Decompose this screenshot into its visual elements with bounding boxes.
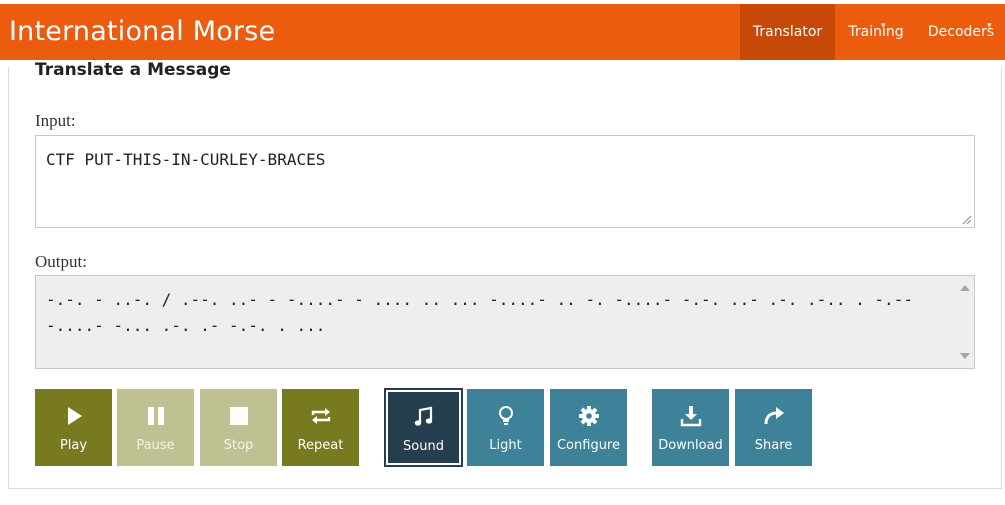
sound-button[interactable]: Sound — [384, 388, 463, 467]
configure-label: Configure — [556, 438, 620, 453]
gear-icon — [578, 406, 599, 426]
output-label: Output: — [35, 252, 87, 271]
nav-decoders[interactable]: Decoders ▾ — [917, 4, 1005, 60]
nav-translator[interactable]: Translator — [740, 4, 835, 60]
download-label: Download — [658, 438, 723, 453]
stop-button[interactable]: Stop — [200, 389, 277, 466]
nav-decoders-label: Decoders — [927, 24, 995, 40]
play-icon — [67, 407, 82, 425]
light-label: Light — [489, 438, 522, 453]
play-button[interactable]: Play — [35, 389, 112, 466]
chevron-down-icon: ▾ — [987, 21, 992, 31]
main-nav: Translator Training ▾ Decoders ▾ — [740, 4, 1005, 60]
nav-translator-label: Translator — [752, 24, 823, 40]
configure-button[interactable]: Configure — [550, 389, 627, 466]
panel-title: Translate a Message — [35, 60, 235, 80]
stop-icon — [229, 407, 248, 425]
scroll-down-icon[interactable] — [960, 353, 970, 359]
output-scrollbar[interactable] — [956, 276, 974, 368]
play-label: Play — [59, 438, 88, 453]
share-button[interactable]: Share — [735, 389, 812, 466]
morse-output[interactable]: -.-. - ..-. / .--. ..- - -....- - .... .… — [35, 275, 975, 369]
header-bar: International Morse Translator Training … — [0, 4, 1005, 60]
chevron-down-icon: ▾ — [881, 21, 886, 31]
share-arrow-icon — [764, 407, 784, 425]
resize-grip-icon[interactable] — [962, 215, 972, 225]
morse-output-value: -.-. - ..-. / .--. ..- - -....- - .... .… — [46, 290, 913, 335]
repeat-button[interactable]: Repeat — [282, 389, 359, 466]
download-icon — [680, 406, 701, 427]
site-title[interactable]: International Morse — [9, 16, 275, 47]
input-label: Input: — [35, 111, 76, 130]
pause-button[interactable]: Pause — [117, 389, 194, 466]
repeat-icon — [311, 408, 330, 424]
sound-label: Sound — [403, 439, 444, 454]
download-button[interactable]: Download — [652, 389, 729, 466]
scroll-up-icon[interactable] — [960, 285, 970, 291]
share-label: Share — [754, 438, 793, 453]
light-button[interactable]: Light — [467, 389, 544, 466]
music-note-icon — [414, 406, 432, 426]
nav-training[interactable]: Training ▾ — [835, 4, 917, 60]
lightbulb-icon — [498, 406, 513, 425]
pause-icon — [147, 407, 164, 425]
pause-label: Pause — [136, 438, 175, 453]
stop-label: Stop — [223, 438, 254, 453]
message-input[interactable]: CTF PUT-THIS-IN-CURLEY-BRACES — [35, 135, 975, 228]
nav-training-label: Training — [848, 24, 904, 40]
message-input-value: CTF PUT-THIS-IN-CURLEY-BRACES — [46, 150, 326, 169]
repeat-label: Repeat — [297, 438, 344, 453]
